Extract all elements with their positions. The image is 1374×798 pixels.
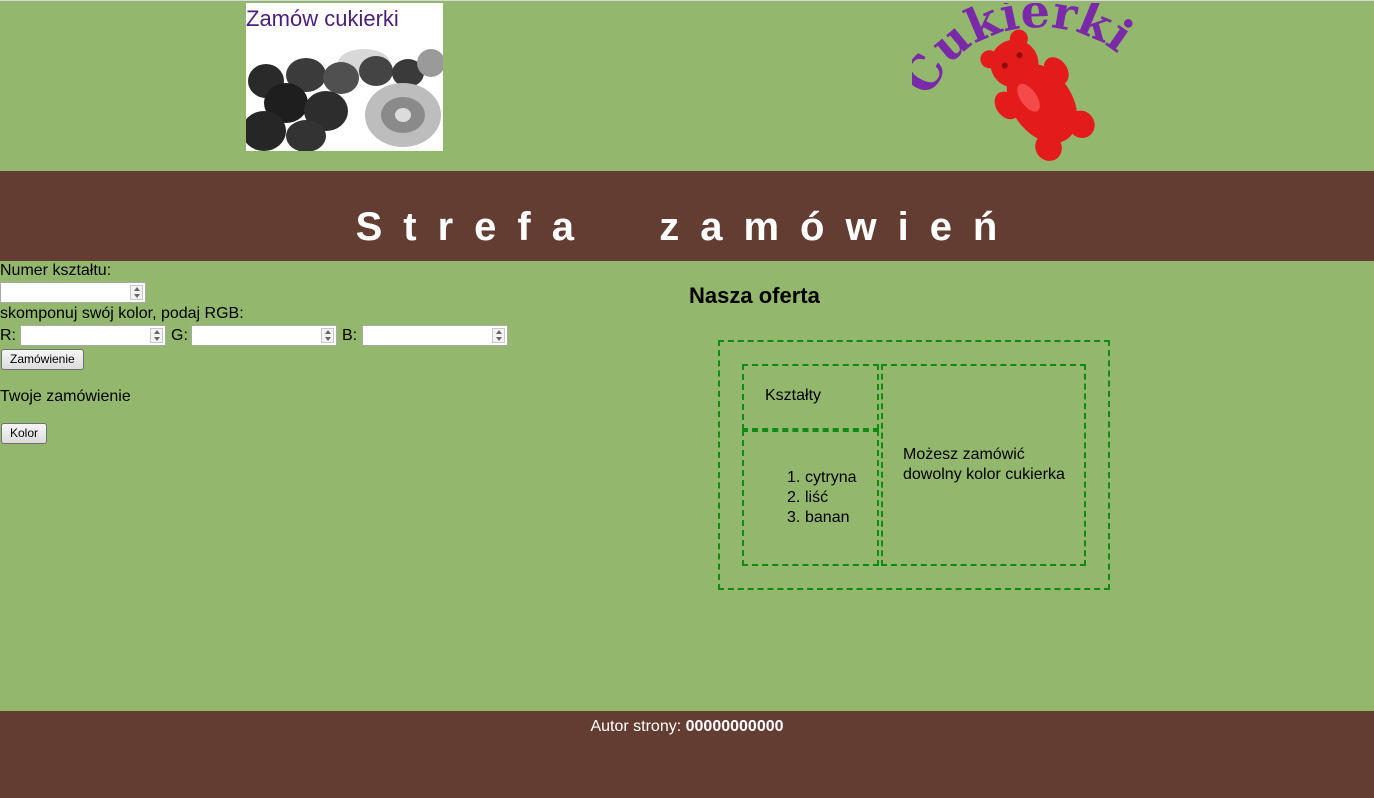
list-number: 3. — [787, 509, 801, 526]
b-input[interactable] — [362, 325, 508, 346]
color-button[interactable]: Kolor — [1, 423, 48, 444]
rgb-label: skomponuj swój kolor, podaj RGB: — [0, 305, 244, 322]
r-input[interactable] — [20, 325, 166, 346]
footer: Autor strony: 00000000000 — [0, 711, 1374, 798]
banner: Strefa zamówień — [0, 171, 1374, 261]
g-label: G: — [171, 327, 188, 344]
color-info-text: Możesz zamówić dowolny kolor cukierka — [903, 446, 1065, 483]
footer-author: Autor strony: 00000000000 — [0, 718, 1374, 736]
shape-item: cytryna — [805, 469, 857, 486]
shape-item: banan — [805, 509, 850, 526]
order-summary: Twoje zamówienie — [0, 388, 131, 405]
r-label: R: — [0, 327, 16, 344]
order-button[interactable]: Zamówienie — [1, 349, 84, 370]
g-input[interactable] — [191, 325, 337, 346]
shape-label: Numer kształtu: — [0, 262, 112, 279]
promo-image: Zamów cukierki — [246, 3, 443, 151]
author-label: Autor strony: — [590, 718, 686, 735]
spinner-arrows-icon[interactable] — [321, 328, 334, 343]
author-id: 00000000000 — [685, 718, 784, 735]
list-number: 2. — [787, 489, 801, 506]
promo-title: Zamów cukierki — [246, 6, 399, 31]
spinner-arrows-icon[interactable] — [492, 328, 505, 343]
spinner-arrows-icon[interactable] — [150, 328, 163, 343]
shape-item: liść — [805, 489, 829, 506]
cukierki-logo: Cukierki — [912, 3, 1143, 161]
header: Zamów cukierki Cukierki — [0, 1, 1374, 171]
offer-title: Nasza oferta — [689, 283, 820, 308]
shapes-heading: Kształty — [765, 387, 822, 404]
spinner-arrows-icon[interactable] — [130, 285, 143, 300]
list-number: 1. — [787, 469, 801, 486]
page-title: Strefa zamówień — [355, 205, 1019, 249]
shape-number-input[interactable] — [0, 282, 146, 303]
b-label: B: — [342, 327, 358, 344]
